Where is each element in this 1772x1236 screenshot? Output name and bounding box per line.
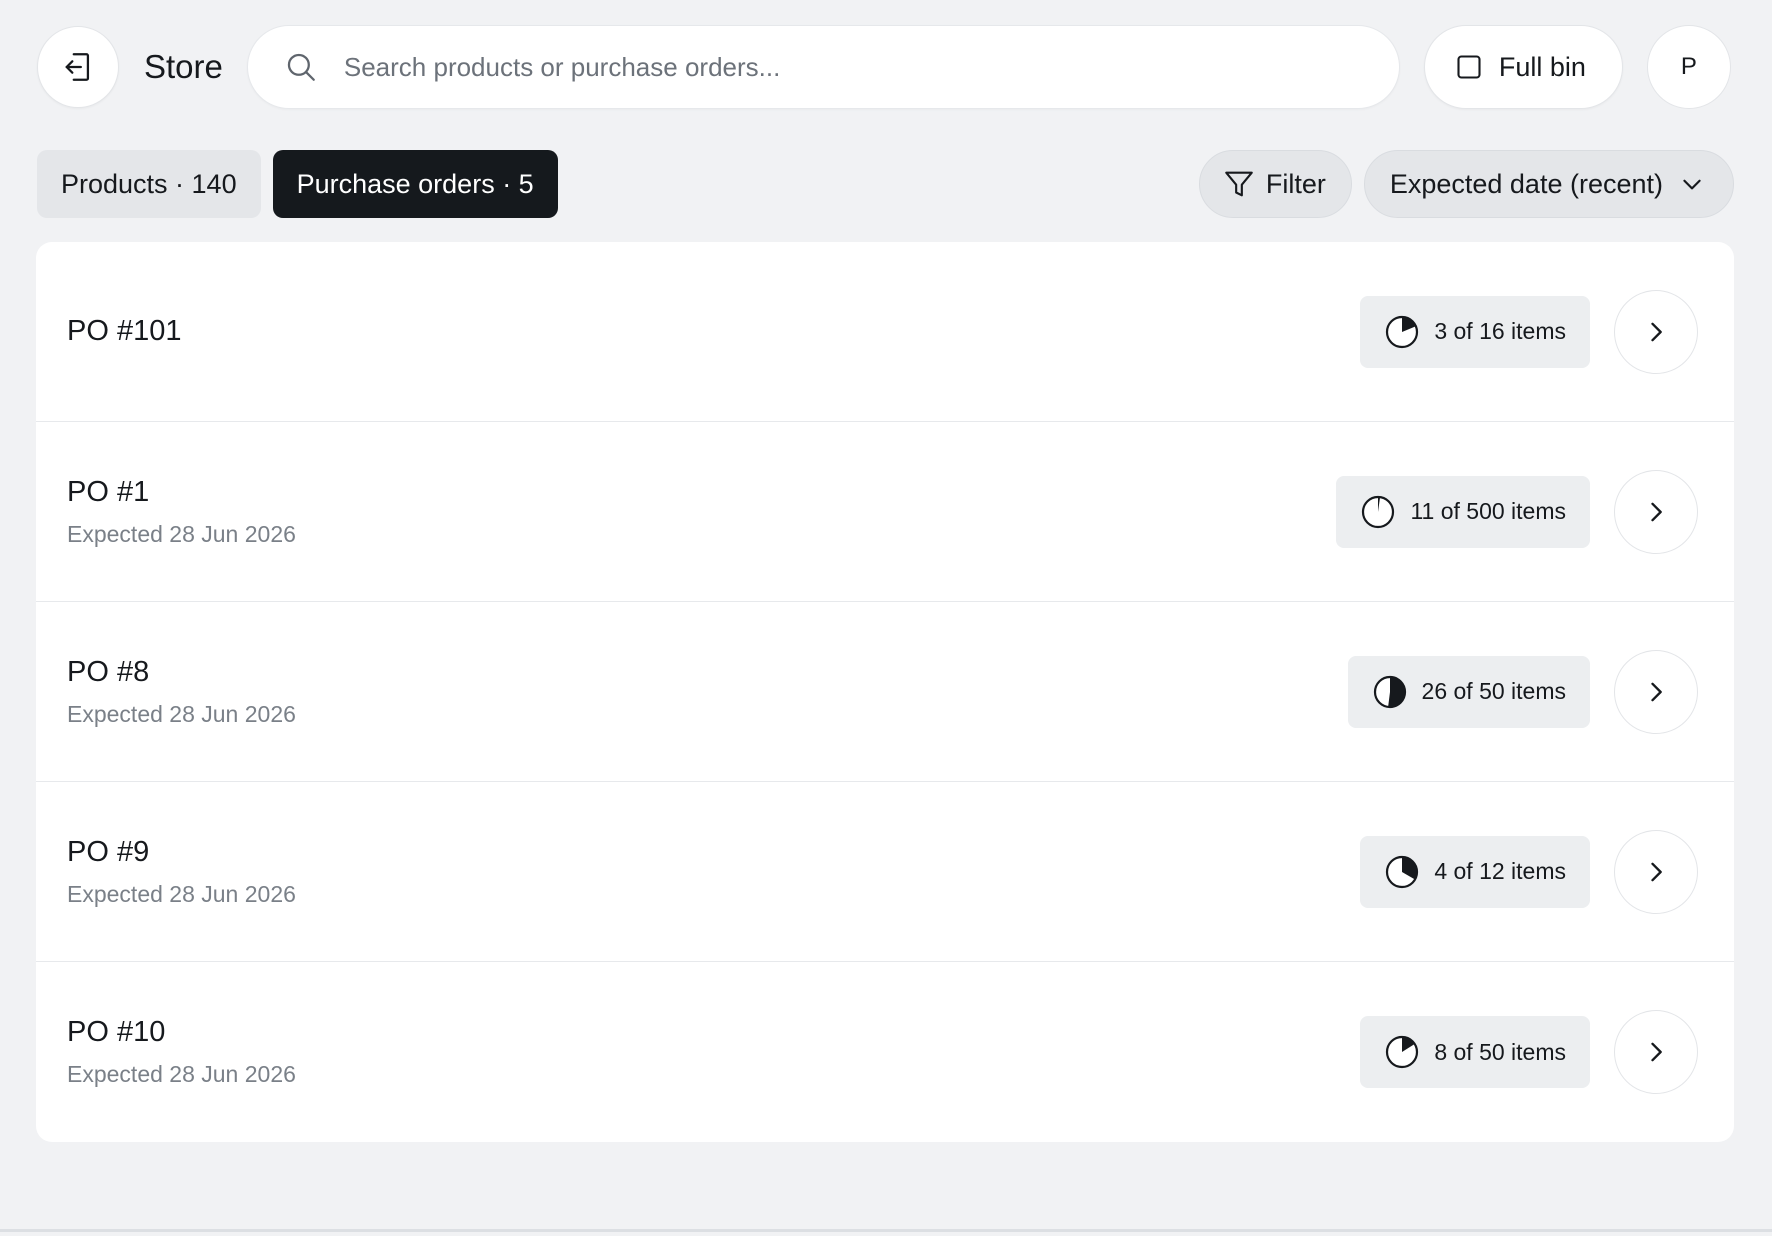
- funnel-icon: [1225, 171, 1253, 197]
- open-purchase-order-button[interactable]: [1614, 829, 1698, 914]
- open-purchase-order-button[interactable]: [1614, 289, 1698, 374]
- filter-button[interactable]: Filter: [1198, 150, 1352, 218]
- purchase-order-title: PO #9: [67, 835, 150, 868]
- open-purchase-order-button[interactable]: [1614, 649, 1698, 734]
- chevron-right-icon: [1651, 502, 1662, 521]
- page-title: Store: [144, 48, 223, 85]
- checkbox-icon: [1457, 55, 1481, 79]
- purchase-order-info: PO #8 Expected 28 Jun 2026: [67, 656, 1348, 728]
- bottom-divider: [0, 1229, 1772, 1232]
- receive-progress-badge: 3 of 16 items: [1360, 295, 1590, 368]
- avatar[interactable]: P: [1646, 25, 1731, 109]
- receive-progress-label: 4 of 12 items: [1434, 858, 1566, 884]
- view-tabs: Products · 140 Purchase orders · 5: [37, 150, 558, 218]
- tab-products[interactable]: Products · 140: [37, 150, 261, 218]
- pie-progress-icon: [1386, 1035, 1419, 1069]
- purchase-order-info: PO #10 Expected 28 Jun 2026: [67, 1016, 1360, 1088]
- receive-progress-label: 11 of 500 items: [1410, 498, 1566, 524]
- chevron-right-icon: [1651, 322, 1662, 341]
- receive-progress-badge: 8 of 50 items: [1360, 1016, 1590, 1088]
- purchase-order-title: PO #101: [67, 315, 182, 347]
- chevron-right-icon: [1651, 1042, 1662, 1062]
- sort-dropdown[interactable]: Expected date (recent): [1363, 150, 1734, 218]
- purchase-order-title: PO #1: [67, 475, 150, 508]
- chevron-down-icon: [1683, 179, 1701, 190]
- search-bar[interactable]: [246, 25, 1400, 109]
- receive-progress-badge: 26 of 50 items: [1347, 655, 1590, 728]
- open-purchase-order-button[interactable]: [1614, 1010, 1698, 1094]
- sort-label: Expected date (recent): [1389, 168, 1663, 199]
- purchase-order-row[interactable]: PO #9 Expected 28 Jun 2026 4 of 12 items: [36, 782, 1734, 962]
- pie-progress-icon: [1362, 495, 1395, 528]
- search-icon: [287, 53, 315, 81]
- receive-progress-label: 3 of 16 items: [1434, 318, 1566, 344]
- purchase-order-row[interactable]: PO #8 Expected 28 Jun 2026 26 of 50 item…: [36, 602, 1734, 782]
- purchase-order-list: PO #101 3 of 16 items PO #1 Expected 28 …: [36, 242, 1734, 1142]
- pie-progress-icon: [1386, 315, 1419, 348]
- exit-store-button[interactable]: [37, 26, 119, 108]
- purchase-order-expected-date: Expected 28 Jun 2026: [67, 700, 296, 727]
- purchase-order-expected-date: Expected 28 Jun 2026: [67, 1061, 296, 1087]
- purchase-order-info: PO #9 Expected 28 Jun 2026: [67, 836, 1360, 908]
- receive-progress-label: 26 of 50 items: [1421, 678, 1566, 704]
- purchase-order-row[interactable]: PO #101 3 of 16 items: [36, 242, 1734, 422]
- purchase-order-title: PO #10: [67, 1016, 166, 1048]
- chevron-right-icon: [1651, 682, 1662, 701]
- receive-progress-label: 8 of 50 items: [1434, 1038, 1566, 1065]
- purchase-order-expected-date: Expected 28 Jun 2026: [67, 880, 296, 907]
- open-purchase-order-button[interactable]: [1614, 469, 1698, 554]
- purchase-order-expected-date: Expected 28 Jun 2026: [67, 520, 296, 547]
- purchase-order-title: PO #8: [67, 655, 150, 688]
- full-bin-label: Full bin: [1498, 51, 1586, 82]
- pie-progress-icon: [1373, 675, 1406, 708]
- tab-purchase-orders[interactable]: Purchase orders · 5: [272, 150, 558, 218]
- purchase-order-row[interactable]: PO #1 Expected 28 Jun 2026 11 of 500 ite…: [36, 422, 1734, 602]
- pie-progress-fill: [1387, 676, 1405, 707]
- purchase-order-row[interactable]: PO #10 Expected 28 Jun 2026 8 of 50 item…: [36, 962, 1734, 1142]
- top-bar: Store Full bin P: [37, 25, 1734, 109]
- purchase-order-info: PO #101: [67, 315, 1360, 348]
- chevron-right-icon: [1651, 862, 1662, 881]
- pie-progress-icon: [1386, 855, 1419, 888]
- search-input[interactable]: [343, 51, 1344, 83]
- exit-icon: [65, 53, 90, 81]
- list-controls: Filter Expected date (recent): [1198, 150, 1734, 218]
- filter-label: Filter: [1265, 168, 1326, 199]
- purchase-order-info: PO #1 Expected 28 Jun 2026: [67, 476, 1336, 548]
- receive-progress-badge: 4 of 12 items: [1360, 835, 1590, 908]
- full-bin-toggle[interactable]: Full bin: [1423, 25, 1623, 109]
- receive-progress-badge: 11 of 500 items: [1336, 475, 1590, 548]
